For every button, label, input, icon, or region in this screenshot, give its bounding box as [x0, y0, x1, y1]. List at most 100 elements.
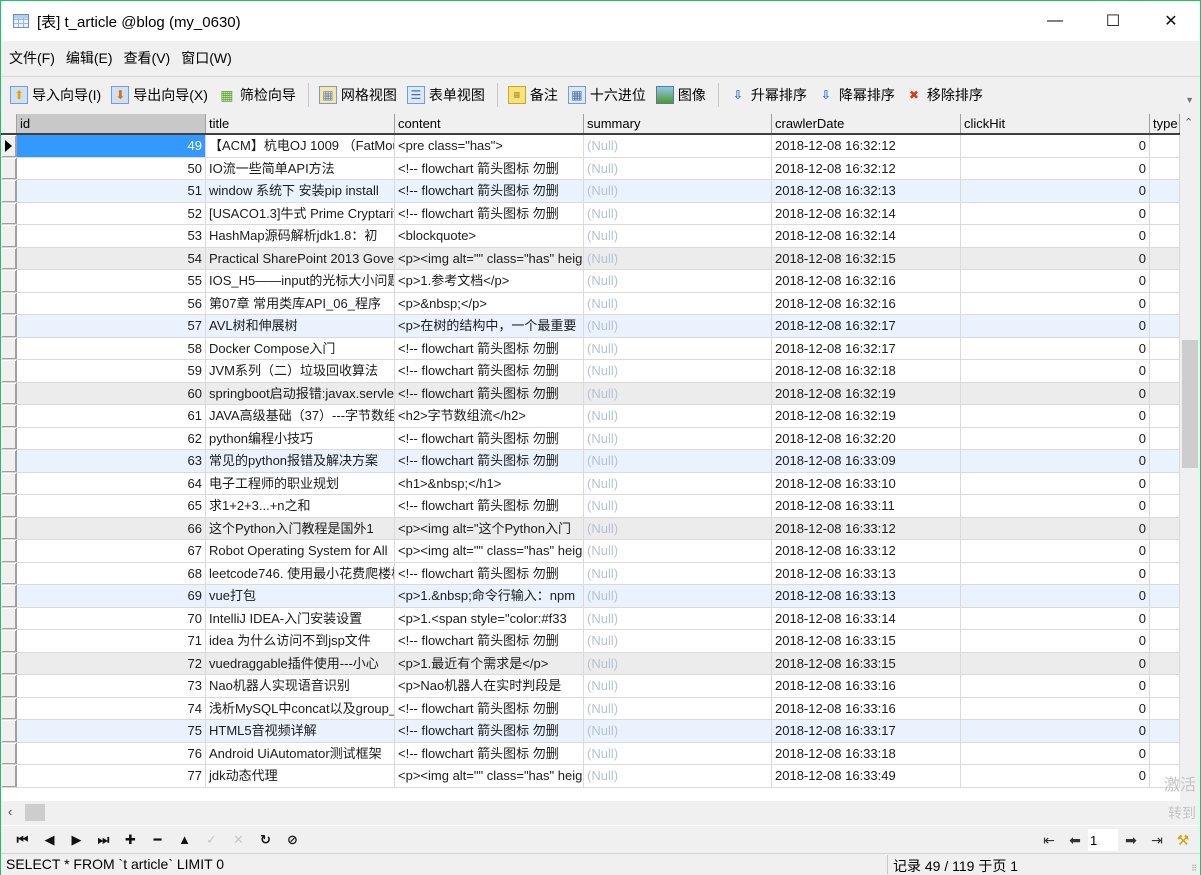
row-selector[interactable]: [1, 315, 17, 337]
cell-type[interactable]: [1150, 382, 1180, 404]
table-row[interactable]: 68 leetcode746. 使用最小花费爬楼梯 <!-- flowchart 箭…: [1, 562, 1180, 585]
row-selector[interactable]: [1, 495, 17, 517]
table-row[interactable]: 62 python编程小技巧 <!-- flowchart 箭头图标 勿删 (Null…: [1, 427, 1180, 450]
cell-id[interactable]: 70: [17, 607, 206, 629]
cell-clickhit[interactable]: 0: [961, 270, 1150, 292]
row-selector[interactable]: [1, 337, 17, 359]
menu-window[interactable]: 窗口(W): [181, 48, 232, 68]
cell-title[interactable]: 求1+2+3...+n之和: [206, 495, 395, 517]
cell-summary[interactable]: (Null): [584, 742, 772, 764]
cell-title[interactable]: 电子工程师的职业规划: [206, 472, 395, 494]
cell-title[interactable]: 这个Python入门教程是国外1: [206, 517, 395, 539]
cell-type[interactable]: [1150, 495, 1180, 517]
cell-clickhit[interactable]: 0: [961, 675, 1150, 697]
cell-clickhit[interactable]: 0: [961, 427, 1150, 449]
cell-id[interactable]: 73: [17, 675, 206, 697]
cell-type[interactable]: [1150, 742, 1180, 764]
cell-content[interactable]: <!-- flowchart 箭头图标 勿删: [395, 382, 584, 404]
row-selector[interactable]: [1, 247, 17, 269]
vertical-scrollbar[interactable]: ⌃: [1180, 114, 1200, 801]
cell-clickhit[interactable]: 0: [961, 742, 1150, 764]
cell-crawlerdate[interactable]: 2018-12-08 16:33:13: [772, 562, 961, 584]
cell-title[interactable]: Nao机器人实现语音识别: [206, 675, 395, 697]
cell-content[interactable]: <h1>&nbsp;</h1>: [395, 472, 584, 494]
cell-id[interactable]: 68: [17, 562, 206, 584]
table-row[interactable]: 71 idea 为什么访问不到jsp文件 <!-- flowchart 箭头图标 勿…: [1, 630, 1180, 653]
table-row[interactable]: 73 Nao机器人实现语音识别 <p>Nao机器人在实时判段是 (Null) 2018-…: [1, 675, 1180, 698]
table-row[interactable]: 69 vue打包 <p>1.&nbsp;命令行输入：npm (Null) 2018-12…: [1, 585, 1180, 608]
row-selector[interactable]: [1, 765, 17, 787]
cell-crawlerdate[interactable]: 2018-12-08 16:32:20: [772, 427, 961, 449]
cell-clickhit[interactable]: 0: [961, 225, 1150, 247]
column-header-clickhit[interactable]: clickHit: [961, 114, 1150, 133]
cell-type[interactable]: [1150, 337, 1180, 359]
table-row[interactable]: 65 求1+2+3...+n之和 <!-- flowchart 箭头图标 勿删 (Nu…: [1, 495, 1180, 518]
cell-title[interactable]: window 系统下 安装pip install: [206, 180, 395, 202]
cell-content[interactable]: <p>&nbsp;</p>: [395, 292, 584, 314]
cell-crawlerdate[interactable]: 2018-12-08 16:32:17: [772, 337, 961, 359]
cell-clickhit[interactable]: 0: [961, 315, 1150, 337]
horizontal-scroll-thumb[interactable]: [25, 804, 45, 821]
add-record-icon[interactable]: ✚: [117, 829, 144, 851]
cell-crawlerdate[interactable]: 2018-12-08 16:33:12: [772, 517, 961, 539]
cell-id[interactable]: 55: [17, 270, 206, 292]
cell-type[interactable]: [1150, 315, 1180, 337]
menu-edit[interactable]: 编辑(E): [66, 48, 113, 68]
cell-clickhit[interactable]: 0: [961, 607, 1150, 629]
cell-title[interactable]: IntelliJ IDEA-入门安装设置: [206, 607, 395, 629]
cell-content[interactable]: <p><img alt="" class="has" height: [395, 765, 584, 787]
row-selector[interactable]: [1, 517, 17, 539]
cell-id[interactable]: 76: [17, 742, 206, 764]
table-row[interactable]: 54Practical SharePoint 2013 Governance<p…: [1, 247, 1180, 270]
cell-summary[interactable]: (Null): [584, 697, 772, 719]
cell-clickhit[interactable]: 0: [961, 765, 1150, 787]
cell-id[interactable]: 72: [17, 652, 206, 674]
cell-clickhit[interactable]: 0: [961, 382, 1150, 404]
cell-id[interactable]: 54: [17, 247, 206, 269]
first-page-icon[interactable]: ⇤: [1036, 829, 1062, 851]
cell-crawlerdate[interactable]: 2018-12-08 16:33:13: [772, 585, 961, 607]
cell-content[interactable]: <!-- flowchart 箭头图标 勿删: [395, 742, 584, 764]
cell-crawlerdate[interactable]: 2018-12-08 16:33:10: [772, 472, 961, 494]
cell-type[interactable]: [1150, 720, 1180, 742]
menu-file[interactable]: 文件(F): [9, 48, 55, 68]
sort-ascending-button[interactable]: ⇩ 升幂排序: [729, 82, 807, 108]
cell-summary[interactable]: (Null): [584, 607, 772, 629]
cell-clickhit[interactable]: 0: [961, 630, 1150, 652]
cell-crawlerdate[interactable]: 2018-12-08 16:33:49: [772, 765, 961, 787]
cell-summary[interactable]: (Null): [584, 225, 772, 247]
cancel-changes-icon[interactable]: ✕: [225, 829, 252, 851]
cell-content[interactable]: <pre class="has">: [395, 135, 584, 157]
cell-content[interactable]: <!-- flowchart 箭头图标 勿删: [395, 562, 584, 584]
hex-button[interactable]: ▦ 十六进位: [567, 82, 646, 108]
last-record-icon[interactable]: ⏭: [90, 829, 117, 851]
row-selector[interactable]: [1, 450, 17, 472]
cell-type[interactable]: [1150, 292, 1180, 314]
cell-type[interactable]: [1150, 630, 1180, 652]
table-row[interactable]: 50 IO流一些简单API方法 <!-- flowchart 箭头图标 勿删 (Nul…: [1, 157, 1180, 180]
cell-crawlerdate[interactable]: 2018-12-08 16:33:15: [772, 630, 961, 652]
column-header-content[interactable]: content: [395, 114, 584, 133]
table-row[interactable]: 77 jdk动态代理 <p><img alt="" class="has" heig…: [1, 765, 1180, 788]
table-row[interactable]: 76 Android UiAutomator测试框架 <!-- flowchart …: [1, 742, 1180, 765]
row-selector[interactable]: [1, 427, 17, 449]
grid-view-button[interactable]: ▦ 网格视图: [318, 82, 397, 108]
row-selector[interactable]: [1, 697, 17, 719]
cell-type[interactable]: [1150, 652, 1180, 674]
minimize-button[interactable]: —: [1026, 1, 1084, 41]
cell-summary[interactable]: (Null): [584, 292, 772, 314]
cell-content[interactable]: <!-- flowchart 箭头图标 勿删: [395, 337, 584, 359]
cell-summary[interactable]: (Null): [584, 495, 772, 517]
next-page-icon[interactable]: ➡: [1118, 829, 1144, 851]
cell-title[interactable]: vue打包: [206, 585, 395, 607]
cell-clickhit[interactable]: 0: [961, 720, 1150, 742]
vertical-scroll-thumb[interactable]: [1182, 340, 1198, 468]
column-header-type[interactable]: type: [1150, 114, 1180, 133]
memo-button[interactable]: ≡ 备注: [507, 82, 558, 108]
cell-type[interactable]: [1150, 517, 1180, 539]
cell-id[interactable]: 77: [17, 765, 206, 787]
cell-clickhit[interactable]: 0: [961, 157, 1150, 179]
cell-id[interactable]: 64: [17, 472, 206, 494]
filter-wizard-button[interactable]: ▦ 筛检向导: [218, 82, 296, 108]
cell-content[interactable]: <blockquote>: [395, 225, 584, 247]
